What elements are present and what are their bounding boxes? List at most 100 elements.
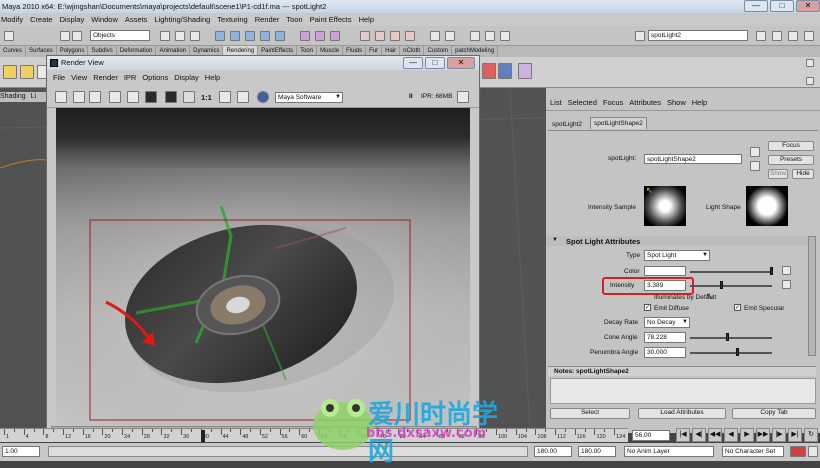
snapshot-icon[interactable]: [89, 91, 101, 103]
shelf-light-icon[interactable]: [482, 63, 496, 79]
ae-menu-list[interactable]: List: [550, 97, 562, 108]
menu-render[interactable]: Render: [255, 13, 280, 26]
focus-button[interactable]: Focus: [768, 141, 814, 151]
ratio-label[interactable]: 1:1: [201, 93, 212, 102]
ae-menu-focus[interactable]: Focus: [603, 97, 623, 108]
open-scene-icon[interactable]: [72, 31, 82, 41]
input-field-mode-icon[interactable]: [635, 31, 645, 41]
rv-menu-ipr[interactable]: IPR: [124, 72, 137, 84]
select-button[interactable]: Select: [550, 408, 630, 419]
loop-button[interactable]: ↻: [804, 428, 818, 442]
ae-tab-shape[interactable]: spotLightShape2: [590, 117, 647, 129]
character-set-dropdown[interactable]: No Character Set: [722, 446, 784, 457]
color-slider-thumb[interactable]: [770, 267, 773, 275]
history-icon[interactable]: [430, 31, 440, 41]
menu-window[interactable]: Window: [91, 13, 118, 26]
mask-surface-icon[interactable]: [260, 31, 270, 41]
select-hierarchy-icon[interactable]: [160, 31, 170, 41]
display-real-size-icon[interactable]: [183, 91, 195, 103]
hide-button[interactable]: Hide: [792, 169, 814, 179]
refresh-ipr-icon[interactable]: [127, 91, 139, 103]
ae-vscrollbar[interactable]: [808, 236, 816, 356]
ipr-icon[interactable]: [109, 91, 121, 103]
intensity-map-button[interactable]: [782, 280, 791, 289]
penumbra-angle-slider-thumb[interactable]: [736, 348, 739, 356]
menu-help[interactable]: Help: [359, 13, 374, 26]
menu-paint-effects[interactable]: Paint Effects: [310, 13, 352, 26]
menu-lighting-shading[interactable]: Lighting/Shading: [154, 13, 210, 26]
color-slider[interactable]: [690, 271, 772, 273]
render-settings-icon[interactable]: [500, 31, 510, 41]
presets-button[interactable]: Presets: [768, 155, 814, 165]
light-shape-swatch[interactable]: [746, 186, 788, 226]
mask-deform-icon[interactable]: [275, 31, 285, 41]
preferences-icon[interactable]: [808, 446, 818, 457]
mask-joint-icon[interactable]: [230, 31, 240, 41]
ae-menu-selected[interactable]: Selected: [568, 97, 597, 108]
output-connections-icon[interactable]: [750, 161, 760, 171]
step-back-key-button[interactable]: ◀◀: [708, 428, 722, 442]
current-frame-field[interactable]: 56.00: [632, 430, 670, 441]
render-view-minimize[interactable]: —: [403, 57, 423, 69]
go-to-start-button[interactable]: |◀: [676, 428, 690, 442]
select-component-icon[interactable]: [190, 31, 200, 41]
render-region-icon[interactable]: [73, 91, 85, 103]
rv-menu-options[interactable]: Options: [142, 72, 168, 84]
selected-object-field[interactable]: spotLight2: [648, 30, 748, 41]
decay-rate-dropdown[interactable]: No Decay ▼: [644, 317, 690, 328]
rv-menu-render[interactable]: Render: [93, 72, 118, 84]
color-map-button[interactable]: [782, 266, 791, 275]
anim-layer-dropdown[interactable]: No Anim Layer: [624, 446, 714, 457]
render-view-maximize[interactable]: □: [425, 57, 445, 69]
load-attributes-button[interactable]: Load Attributes: [638, 408, 726, 419]
select-tool-icon[interactable]: [3, 65, 17, 79]
step-forward-button[interactable]: |▶: [772, 428, 786, 442]
go-to-end-button[interactable]: ▶|: [788, 428, 802, 442]
rv-menu-file[interactable]: File: [53, 72, 65, 84]
show-attribute-editor-icon[interactable]: [756, 31, 766, 41]
node-name-field[interactable]: spotLightShape2: [644, 154, 742, 164]
range-start-field[interactable]: 1.00: [2, 446, 40, 457]
viewport-menu-lighting[interactable]: Li: [31, 93, 36, 100]
shelf-tab-curves[interactable]: Curves: [0, 46, 27, 57]
pause-ipr-button[interactable]: II: [409, 93, 413, 100]
intensity-field[interactable]: 3.389: [644, 280, 686, 291]
keep-image-icon[interactable]: [219, 91, 231, 103]
copy-tab-button[interactable]: Copy Tab: [732, 408, 816, 419]
maximize-button[interactable]: □: [770, 0, 794, 12]
penumbra-angle-field[interactable]: 30.000: [644, 347, 686, 358]
display-rgb-icon[interactable]: [145, 91, 157, 103]
current-time-indicator[interactable]: [201, 430, 205, 442]
step-back-button[interactable]: ◀|: [692, 428, 706, 442]
renderer-dropdown[interactable]: Maya Software ▼: [275, 92, 343, 103]
display-alpha-icon[interactable]: [165, 91, 177, 103]
ae-tab-transform[interactable]: spotLight2: [552, 121, 582, 128]
remove-image-icon[interactable]: [237, 91, 249, 103]
intensity-slider-thumb[interactable]: [720, 281, 723, 289]
snap-plane-icon[interactable]: [405, 31, 415, 41]
move-tool-icon[interactable]: [20, 65, 34, 79]
input-connections-icon[interactable]: [750, 147, 760, 157]
intensity-slider[interactable]: [690, 285, 772, 287]
intensity-sample-swatch[interactable]: ↖: [644, 186, 686, 226]
type-dropdown[interactable]: Spot Light ▼: [644, 250, 710, 261]
render-view-title-bar[interactable]: Render View — □ ✕: [47, 56, 479, 70]
rv-menu-view[interactable]: View: [71, 72, 87, 84]
redo-render-icon[interactable]: [55, 91, 67, 103]
range-end-field[interactable]: 180.00: [534, 446, 572, 457]
cone-angle-slider-thumb[interactable]: [726, 333, 729, 341]
color-swatch[interactable]: [644, 266, 686, 276]
close-button[interactable]: ✕: [796, 0, 820, 12]
menu-toon[interactable]: Toon: [286, 13, 302, 26]
show-button[interactable]: Show: [768, 169, 788, 179]
menu-create[interactable]: Create: [30, 13, 53, 26]
rv-menu-display[interactable]: Display: [174, 72, 199, 84]
selection-mask-dropdown[interactable]: Objects: [90, 30, 150, 41]
show-layer-editor-icon[interactable]: [804, 31, 814, 41]
new-scene-icon[interactable]: [60, 31, 70, 41]
viewport-menu-shading[interactable]: Shading: [0, 93, 26, 100]
select-object-icon[interactable]: [175, 31, 185, 41]
emit-specular-check[interactable]: ✓: [734, 304, 741, 311]
notes-textarea[interactable]: [550, 378, 816, 404]
mask-dynamics-icon[interactable]: [300, 31, 310, 41]
